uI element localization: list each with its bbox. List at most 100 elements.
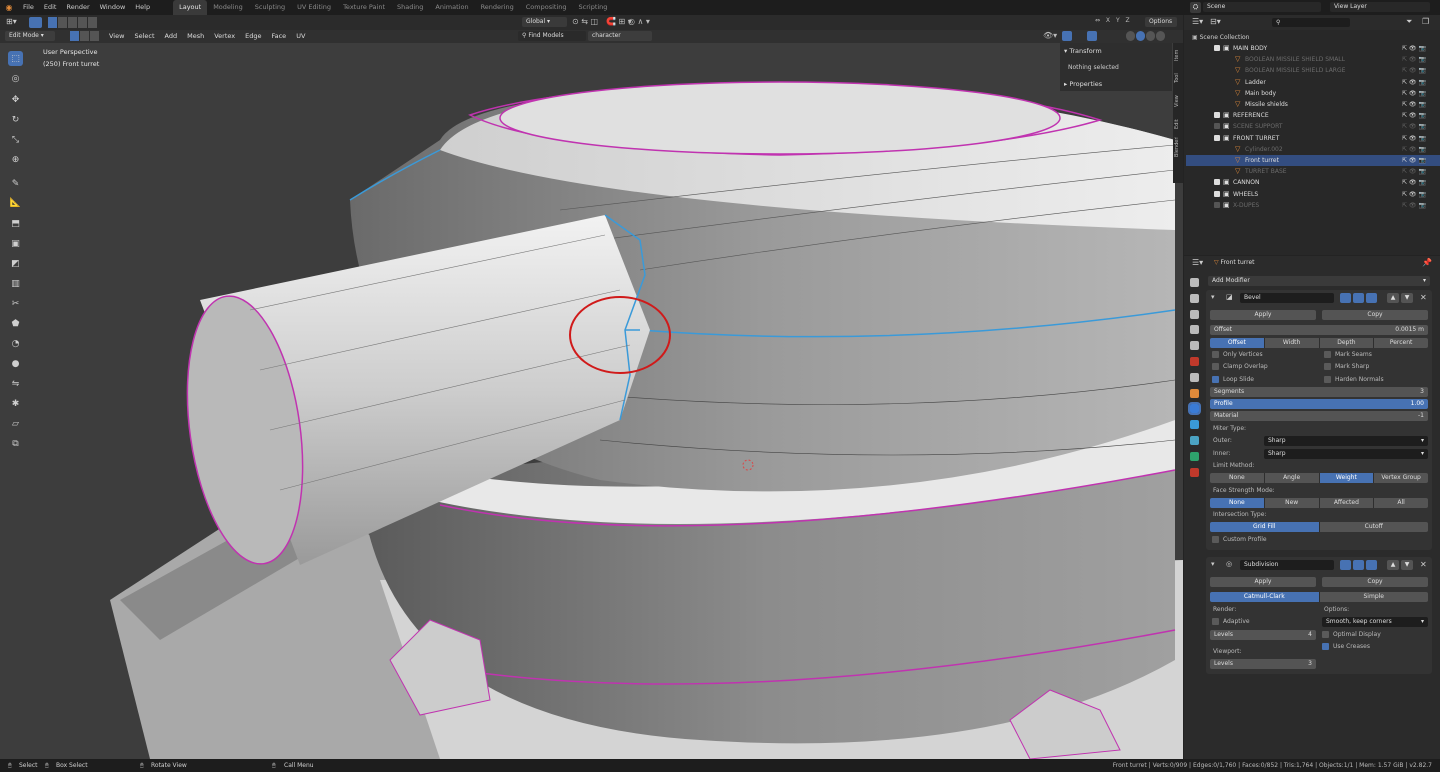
viewport-menu-uv[interactable]: UV: [291, 30, 310, 43]
subtypes-catmull-clark[interactable]: Catmull-Clark: [1210, 592, 1320, 602]
measure-tool-icon[interactable]: 📐: [8, 195, 23, 210]
outliner-item-ladder[interactable]: ▽ Ladder ⇱ 👁 📷: [1186, 77, 1440, 88]
visibility-toggles[interactable]: ⇱ 👁 📷: [1402, 65, 1426, 76]
collapse-bevel-icon[interactable]: ▾: [1211, 293, 1215, 301]
limit-none[interactable]: None: [1210, 473, 1265, 483]
spin-tool-icon[interactable]: ◔: [8, 336, 23, 351]
smooth-tool-icon[interactable]: ●: [8, 356, 23, 371]
new-collection-icon[interactable]: ❐: [1422, 17, 1429, 26]
collapse-subdivision-icon[interactable]: ▾: [1211, 560, 1215, 568]
pivot-icon[interactable]: ⊙ ⇆ ◫: [572, 17, 598, 26]
bevel-visibility-toggles[interactable]: [1340, 293, 1377, 303]
tool-tab-icon[interactable]: [1190, 278, 1199, 287]
face-all[interactable]: All: [1374, 498, 1428, 508]
visibility-toggles[interactable]: ⇱ 👁 📷: [1402, 166, 1426, 177]
edge-slide-tool-icon[interactable]: ⇋: [8, 376, 23, 391]
outliner-item-reference[interactable]: ▣ REFERENCE ⇱ 👁 📷: [1186, 110, 1440, 121]
mode-dropdown[interactable]: Edit Mode ▾: [5, 31, 55, 41]
outer-miter-dropdown[interactable]: Sharp ▾: [1264, 436, 1428, 446]
subdivision-apply-button[interactable]: Apply: [1210, 577, 1316, 587]
exclude-checkbox[interactable]: [1214, 190, 1220, 197]
remove-bevel-icon[interactable]: ✕: [1420, 293, 1427, 302]
3d-viewport[interactable]: User Perspective (250) Front turret: [0, 43, 1183, 759]
width-types-width[interactable]: Width: [1264, 338, 1320, 348]
limit-vertex-group[interactable]: Vertex Group: [1374, 473, 1428, 483]
bevel-tool-icon[interactable]: ◩: [8, 256, 23, 271]
remove-subdivision-icon[interactable]: ✕: [1420, 560, 1427, 569]
editor-type-icon[interactable]: ⊞▾: [6, 17, 22, 28]
inter-grid-fill[interactable]: Grid Fill: [1210, 522, 1320, 532]
workspace-tab-sculpting[interactable]: Sculpting: [249, 0, 291, 15]
bevel-width-type[interactable]: Offset Width Depth Percent: [1210, 338, 1428, 348]
scene-selector[interactable]: Scene: [1203, 2, 1321, 12]
menu-edit[interactable]: Edit: [39, 0, 62, 15]
pin-icon[interactable]: 📌: [1422, 258, 1432, 267]
menu-help[interactable]: Help: [130, 0, 155, 15]
bevel-move-buttons[interactable]: ▲ ▼: [1387, 293, 1413, 303]
blender-logo-icon[interactable]: ◉: [0, 3, 18, 12]
visibility-toggles[interactable]: ⇱ 👁 📷: [1402, 54, 1426, 65]
filter-icon[interactable]: ⏷: [1406, 17, 1412, 27]
properties-panel-header[interactable]: ▸ Properties: [1064, 80, 1102, 88]
exclude-checkbox[interactable]: [1214, 112, 1220, 119]
viewport-menu-edge[interactable]: Edge: [240, 30, 266, 43]
outliner-item-front-turret[interactable]: ▽ Front turret ⇱ 👁 📷: [1186, 155, 1440, 166]
outliner-item-front-turret[interactable]: ▣ FRONT TURRET ⇱ 👁 📷: [1186, 133, 1440, 144]
modifier-tab-icon[interactable]: [1188, 402, 1201, 416]
adaptive-checkbox[interactable]: Adaptive: [1212, 617, 1250, 627]
face-strength-buttons[interactable]: None New Affected All: [1210, 498, 1428, 508]
menu-window[interactable]: Window: [95, 0, 131, 15]
use-creases-checkbox[interactable]: Use Creases: [1322, 642, 1370, 652]
output-tab-icon[interactable]: [1190, 309, 1199, 319]
outliner-search-input[interactable]: ⚲: [1272, 18, 1350, 27]
visibility-toggles[interactable]: ⇱ 👁 📷: [1402, 77, 1426, 88]
shrink-fatten-tool-icon[interactable]: ✱: [8, 396, 23, 411]
extrude-tool-icon[interactable]: ⬒: [8, 216, 23, 231]
gizmo-icon[interactable]: [1062, 31, 1072, 41]
collection-tab-icon[interactable]: [1190, 372, 1199, 382]
profile-slider[interactable]: Profile 1.00: [1210, 399, 1428, 409]
particles-tab-icon[interactable]: [1190, 420, 1199, 430]
width-types-depth[interactable]: Depth: [1319, 338, 1375, 348]
search-input[interactable]: character: [588, 31, 652, 41]
harden-normals-checkbox[interactable]: Harden Normals: [1324, 375, 1384, 385]
workspace-tab-modeling[interactable]: Modeling: [207, 0, 249, 15]
rip-tool-icon[interactable]: ⧉: [8, 436, 23, 451]
visibility-toggles[interactable]: ⇱ 👁 📷: [1402, 177, 1426, 188]
inner-miter-dropdown[interactable]: Sharp ▾: [1264, 449, 1428, 459]
limit-weight[interactable]: Weight: [1319, 473, 1375, 483]
width-types-offset[interactable]: Offset: [1210, 338, 1265, 348]
physics-tab-icon[interactable]: [1190, 436, 1199, 445]
limit-angle[interactable]: Angle: [1264, 473, 1320, 483]
face-none[interactable]: None: [1210, 498, 1265, 508]
sidebar-tab-edit[interactable]: Edit: [1174, 114, 1182, 134]
subdivision-name-field[interactable]: Subdivision: [1240, 560, 1334, 570]
face-new[interactable]: New: [1264, 498, 1320, 508]
segments-field[interactable]: Segments 3: [1210, 387, 1428, 397]
proportional-edit-icon[interactable]: ◎ ∧ ▾: [628, 17, 650, 26]
outliner-item-boolean-missile-shield-large[interactable]: ▽ BOOLEAN MISSILE SHIELD LARGE ⇱ 👁 📷: [1186, 65, 1440, 76]
shading-buttons[interactable]: [1126, 31, 1165, 41]
clamp-overlap-checkbox[interactable]: Clamp Overlap: [1212, 362, 1268, 372]
intersection-type-buttons[interactable]: Grid Fill Cutoff: [1210, 522, 1428, 532]
select-mode-toggles[interactable]: [70, 31, 99, 41]
viewport-menu-view[interactable]: View: [104, 30, 129, 43]
subtypes-simple[interactable]: Simple: [1319, 592, 1428, 602]
rotate-tool-icon[interactable]: ↻: [8, 112, 23, 127]
limit-method-buttons[interactable]: None Angle Weight Vertex Group: [1210, 473, 1428, 483]
bevel-name-field[interactable]: Bevel: [1240, 293, 1334, 303]
menu-render[interactable]: Render: [61, 0, 94, 15]
exclude-checkbox[interactable]: [1214, 123, 1220, 130]
poly-build-tool-icon[interactable]: ⬟: [8, 316, 23, 331]
only-vertices-checkbox[interactable]: Only Vertices: [1212, 350, 1263, 360]
workspace-tab-shading[interactable]: Shading: [391, 0, 429, 15]
bevel-offset-field[interactable]: Offset 0.0015 m: [1210, 325, 1428, 335]
inter-cutoff[interactable]: Cutoff: [1319, 522, 1428, 532]
viewport-menu-vertex[interactable]: Vertex: [209, 30, 240, 43]
display-mode-icon[interactable]: ⊟▾: [1210, 17, 1221, 26]
workspace-tab-scripting[interactable]: Scripting: [573, 0, 614, 15]
add-modifier-dropdown[interactable]: Add Modifier ▾: [1208, 276, 1430, 286]
exclude-checkbox[interactable]: [1214, 45, 1220, 51]
uv-smooth-dropdown[interactable]: Smooth, keep corners ▾: [1322, 617, 1428, 627]
sidebar-tab-view[interactable]: View: [1174, 91, 1182, 111]
